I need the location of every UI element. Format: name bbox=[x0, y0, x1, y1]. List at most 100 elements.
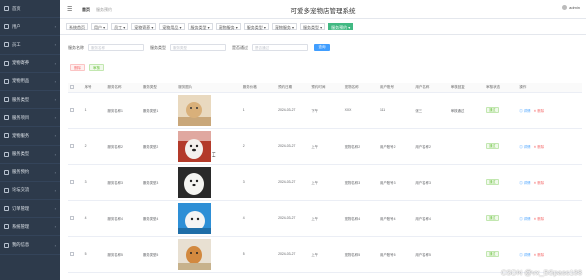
column-header: 用户账号 bbox=[378, 83, 414, 93]
cell-type: 服务类型3 bbox=[140, 164, 177, 201]
search-label-pass: 是否通过 bbox=[232, 44, 248, 50]
table-row[interactable]: 2 服务名称2 服务类型2 2 2024-03-27 上午 宠物名称2 用户账号2 用户名称2 通… bbox=[68, 128, 582, 165]
detail-button[interactable]: ◎ 详情 bbox=[519, 253, 530, 257]
status-badge: 通过 bbox=[486, 215, 499, 221]
detail-button[interactable]: ◎ 详情 bbox=[519, 145, 530, 149]
row-checkbox[interactable] bbox=[70, 143, 74, 148]
column-header bbox=[68, 83, 83, 93]
detail-label: 详情 bbox=[523, 144, 531, 149]
table-row[interactable]: 3 服务名称3 服务类型3 3 2024-03-27 上午 宠物名称3 用户账号3 用户名称3 通… bbox=[68, 164, 582, 201]
cell-time: 上午 bbox=[309, 200, 343, 237]
row-checkbox-cell bbox=[68, 164, 83, 201]
cell-reply bbox=[448, 164, 485, 201]
sidebar-item-label: 服务预约 bbox=[12, 169, 30, 175]
nav-tab[interactable]: 服务类型 ▾ bbox=[187, 22, 213, 31]
main-content: 服务名称 服务名称 服务类型 服务类型 是否通过 是否通过 查询 删除 审核 序… bbox=[60, 35, 586, 280]
sidebar-item-label: 宠物寄养 bbox=[12, 60, 30, 66]
search-button[interactable]: 查询 bbox=[314, 44, 330, 51]
cell-reply bbox=[448, 200, 485, 237]
chevron-right-icon: › bbox=[54, 60, 56, 66]
detail-button[interactable]: ◎ 详情 bbox=[519, 181, 530, 185]
detail-label: 详情 bbox=[523, 180, 531, 185]
chevron-right-icon: › bbox=[54, 187, 56, 193]
cell-time: 下午 bbox=[309, 92, 343, 129]
sidebar-item[interactable]: 服务项目 › bbox=[0, 109, 60, 128]
cell-account: 用户账号2 bbox=[378, 128, 414, 165]
table-row[interactable]: 4 服务名称4 服务类型4 4 2024-03-27 上午 宠物名称4 用户账号4 用户名称4 通… bbox=[68, 200, 582, 237]
delete-button[interactable]: ✕ 删除 bbox=[534, 181, 545, 185]
cell-price: 2 bbox=[240, 128, 277, 165]
nav-tab[interactable]: 系统首页 bbox=[66, 22, 88, 31]
pass-status-select[interactable]: 是否通过 bbox=[252, 44, 308, 51]
cell-pet: 宠物名称3 bbox=[342, 164, 379, 201]
sidebar: 首页 用户 › 员工 › 宠物寄养 › 宠物用品 › 服务类型 › 服务项目 › 宠物服务 › 服务类型 › 服务… bbox=[0, 0, 60, 280]
sidebar-item[interactable]: 订单管理 › bbox=[0, 200, 60, 219]
detail-button[interactable]: ◎ 详情 bbox=[519, 109, 530, 113]
table-row[interactable]: 5 服务名称5 服务类型5 5 2024-03-27 上午 宠物名称5 用户账号5 用户名称5 通… bbox=[68, 236, 582, 273]
chevron-right-icon: › bbox=[54, 24, 56, 30]
cell-idx: 1 bbox=[82, 92, 106, 129]
sidebar-item[interactable]: 我的信息 › bbox=[0, 236, 60, 255]
review-button[interactable]: 审核 bbox=[89, 64, 104, 71]
row-checkbox[interactable] bbox=[70, 251, 74, 256]
cell-type: 服务类型4 bbox=[140, 200, 177, 237]
cell-reply bbox=[448, 236, 485, 273]
chevron-right-icon: › bbox=[54, 42, 56, 48]
nav-tab[interactable]: 宠物服务 ▾ bbox=[215, 22, 241, 31]
nav-tab[interactable]: 宠物寄养 ▾ bbox=[131, 22, 157, 31]
nav-tab[interactable]: 服务预约 ▾ bbox=[328, 22, 354, 31]
status-cell: 通过 bbox=[484, 236, 518, 273]
chevron-right-icon: › bbox=[54, 206, 56, 212]
delete-button[interactable]: ✕ 删除 bbox=[534, 217, 545, 221]
delete-button[interactable]: ✕ 删除 bbox=[534, 145, 545, 149]
cell-type: 服务类型2 bbox=[140, 128, 177, 165]
row-checkbox-cell bbox=[68, 236, 83, 273]
delete-button[interactable]: ✕ 删除 bbox=[534, 253, 545, 257]
pet-photo bbox=[178, 202, 212, 234]
sidebar-item[interactable]: 服务预约 › bbox=[0, 164, 60, 182]
sidebar-item[interactable]: 论坛交流 › bbox=[0, 182, 60, 201]
column-header: 审核回复 bbox=[448, 83, 485, 93]
grid-icon bbox=[4, 115, 9, 121]
operation-cell: ◎ 详情 ✕ 删除 bbox=[517, 164, 582, 201]
sidebar-item[interactable]: 宠物寄养 › bbox=[0, 55, 60, 73]
sidebar-item[interactable]: 服务类型 › bbox=[0, 91, 60, 110]
sidebar-item[interactable]: 员工 › bbox=[0, 36, 60, 55]
sidebar-item[interactable]: 宠物服务 › bbox=[0, 127, 60, 146]
nav-tab[interactable]: 用户 ▾ bbox=[91, 22, 109, 31]
nav-tab[interactable]: 宠物用品 ▾ bbox=[159, 22, 185, 31]
nav-tab[interactable]: 服务类型 ▾ bbox=[300, 22, 326, 31]
row-checkbox[interactable] bbox=[70, 179, 74, 184]
delete-button[interactable]: ✕ 删除 bbox=[534, 109, 545, 113]
column-header: 序号 bbox=[82, 83, 106, 93]
goods-icon bbox=[4, 78, 9, 84]
cell-date: 2024-03-27 bbox=[276, 164, 310, 201]
service-name-input[interactable]: 服务名称 bbox=[88, 44, 144, 51]
nav-tab[interactable]: 员工 ▾ bbox=[111, 22, 129, 31]
operation-cell: ◎ 详情 ✕ 删除 bbox=[517, 236, 582, 273]
sidebar-item[interactable]: 宠物用品 › bbox=[0, 73, 60, 91]
row-checkbox[interactable] bbox=[70, 215, 74, 220]
table-row[interactable]: 1 服务名称1 服务类型1 1 2024-03-27 下午 XXX 111 张三 审核通过 通过 ◎ … bbox=[68, 92, 582, 129]
detail-button[interactable]: ◎ 详情 bbox=[519, 217, 530, 221]
delete-label: 删除 bbox=[537, 216, 545, 221]
service-type-input[interactable]: 服务类型 bbox=[170, 44, 226, 51]
sidebar-item-label: 宠物服务 bbox=[12, 132, 30, 138]
sidebar-item[interactable]: 服务类型 › bbox=[0, 146, 60, 164]
nav-tab[interactable]: 服务类型 ▾ bbox=[243, 22, 269, 31]
cell-date: 2024-03-27 bbox=[276, 92, 310, 129]
app-title: 可爱多宠物店管理系统 bbox=[290, 8, 356, 15]
cell-idx: 2 bbox=[82, 128, 106, 165]
action-bar: 删除 审核 bbox=[70, 64, 104, 71]
sidebar-item[interactable]: 首页 bbox=[0, 0, 60, 19]
cell-time: 上午 bbox=[309, 236, 343, 273]
sidebar-item[interactable]: 用户 › bbox=[0, 18, 60, 37]
chevron-right-icon: › bbox=[54, 133, 56, 139]
service-image-cell bbox=[176, 128, 241, 165]
nav-tab[interactable]: 宠物服务 ▾ bbox=[271, 22, 297, 31]
sidebar-item[interactable]: 系统管理 › bbox=[0, 218, 60, 237]
bulk-delete-button[interactable]: 删除 bbox=[70, 64, 85, 71]
row-checkbox[interactable] bbox=[70, 107, 74, 112]
user-menu[interactable]: admin bbox=[562, 5, 580, 10]
select-all-checkbox[interactable] bbox=[70, 84, 74, 89]
